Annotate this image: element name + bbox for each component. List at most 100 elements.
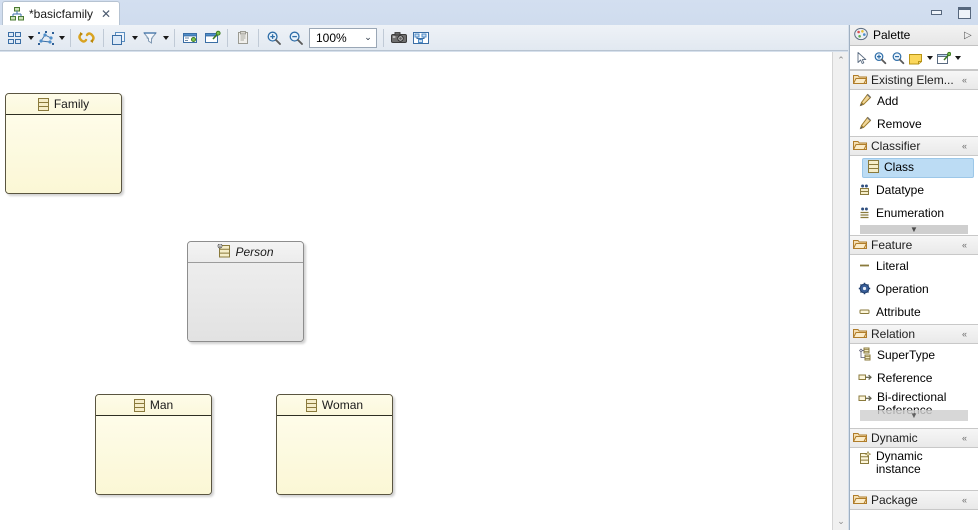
select-elements-button[interactable] [35, 27, 57, 49]
zoom-out-icon[interactable] [889, 48, 906, 68]
folder-icon [852, 493, 868, 508]
maximize-button[interactable] [956, 6, 972, 20]
note-icon[interactable] [907, 48, 924, 68]
palette-item-operation[interactable]: Operation [850, 278, 978, 301]
palette-group-label: Package [871, 493, 918, 507]
chevron-down-icon[interactable]: ⌄ [360, 32, 376, 43]
abstract-class-icon: A [217, 243, 231, 261]
collapse-icon[interactable]: « [962, 329, 978, 339]
class-node-header: A Person [188, 242, 303, 263]
palette-scroll-down-classifier[interactable]: ▼ [860, 225, 968, 234]
folder-icon [852, 139, 868, 154]
class-node-header: Family [6, 94, 121, 115]
scroll-up-icon[interactable]: ⌃ [833, 52, 849, 69]
palette-group-package[interactable]: Package « [850, 490, 978, 510]
collapse-icon[interactable]: « [962, 141, 978, 151]
folder-icon [852, 73, 868, 88]
class-node-woman[interactable]: Woman [276, 394, 393, 495]
collapse-icon[interactable]: « [962, 495, 978, 505]
palette-item-attribute[interactable]: Attribute [850, 301, 978, 324]
class-icon [868, 159, 879, 176]
class-node-body [188, 263, 303, 341]
diagram-icon [10, 6, 24, 21]
palette-item-class[interactable]: Class [862, 157, 974, 178]
layers-button[interactable] [108, 27, 130, 49]
palette-item-literal[interactable]: Literal [850, 255, 978, 278]
note-pin-dropdown-icon[interactable] [953, 48, 962, 68]
class-node-person[interactable]: A Person [187, 241, 304, 342]
note-pin-icon[interactable] [935, 48, 952, 68]
palette-item-datatype[interactable]: Datatype [850, 179, 978, 202]
canvas-vertical-scrollbar[interactable]: ⌃ ⌄ [832, 52, 848, 530]
palette-item-class-row: Class [850, 156, 978, 179]
scroll-down-icon[interactable]: ⌄ [833, 513, 849, 530]
collapse-icon[interactable]: « [962, 240, 978, 250]
palette-item-label: Enumeration [876, 205, 945, 220]
palette-group-classifier[interactable]: Classifier « [850, 136, 978, 156]
palette-group-relation[interactable]: Relation « [850, 324, 978, 344]
toolbar-separator [70, 28, 71, 47]
palette-group-existing-elements[interactable]: Existing Elem... « [850, 70, 978, 90]
attribute-box-icon [858, 305, 871, 321]
close-icon[interactable]: ✕ [101, 8, 111, 20]
filter-dropdown[interactable] [161, 27, 170, 49]
zoom-level-combo[interactable]: 100% ⌄ [309, 27, 377, 48]
palette-item-dynamic-instance[interactable]: Dynamic instance [850, 448, 978, 480]
class-node-family[interactable]: Family [5, 93, 122, 194]
pin-view-button[interactable] [201, 27, 223, 49]
zoom-in-button[interactable] [263, 27, 285, 49]
reference-arrow-icon [858, 371, 872, 387]
palette-group-feature[interactable]: Feature « [850, 235, 978, 255]
palette-item-remove[interactable]: Remove [850, 113, 978, 136]
class-node-body [277, 416, 392, 494]
palette-scroll-down-relation[interactable]: ▼ [860, 410, 968, 421]
palette-collapse-icon[interactable]: ▷ [964, 30, 978, 41]
palette-item-label: Add [877, 93, 899, 108]
class-node-header: Woman [277, 395, 392, 416]
clipboard-button[interactable] [232, 27, 254, 49]
editor-tab-basicfamily[interactable]: *basicfamily ✕ [2, 1, 121, 25]
supertype-icon [858, 347, 872, 364]
minimize-button[interactable] [928, 6, 944, 20]
show-view-button[interactable] [179, 27, 201, 49]
refresh-button[interactable] [75, 27, 99, 49]
cursor-icon[interactable] [853, 48, 870, 68]
editor-toolbar: 100% ⌄ [0, 25, 848, 51]
class-node-title: Man [149, 398, 174, 412]
palette-item-reference[interactable]: Reference [850, 367, 978, 390]
note-dropdown-icon[interactable] [925, 48, 934, 68]
zoom-in-icon[interactable] [871, 48, 888, 68]
palette-tools [850, 46, 978, 70]
palette-group-dynamic[interactable]: Dynamic « [850, 428, 978, 448]
palette-item-add[interactable]: Add [850, 90, 978, 113]
collapse-icon[interactable]: « [962, 75, 978, 85]
class-node-man[interactable]: Man [95, 394, 212, 495]
class-node-body [6, 115, 121, 193]
arrange-all-dropdown[interactable] [26, 27, 35, 49]
scrollbar-track[interactable] [833, 69, 849, 513]
select-elements-dropdown[interactable] [57, 27, 66, 49]
operation-gear-icon [858, 282, 871, 298]
arrange-all-button[interactable] [4, 27, 26, 49]
class-node-title: Person [235, 245, 274, 259]
layout-diagram-button[interactable] [410, 27, 432, 49]
filter-button[interactable] [139, 27, 161, 49]
class-node-title: Family [53, 97, 90, 111]
palette-item-label: Class [884, 159, 915, 174]
palette-group-label: Dynamic [871, 431, 918, 445]
enumeration-icon [858, 206, 871, 222]
collapse-icon[interactable]: « [962, 433, 978, 443]
zoom-out-button[interactable] [285, 27, 307, 49]
layers-dropdown[interactable] [130, 27, 139, 49]
diagram-canvas[interactable]: Family A Person Man Woman [0, 52, 832, 530]
class-icon [37, 97, 49, 111]
palette-item-enumeration[interactable]: Enumeration [850, 202, 978, 225]
palette-item-label: SuperType [877, 347, 936, 362]
toolbar-separator [227, 28, 228, 47]
toolbar-separator [383, 28, 384, 47]
folder-icon [852, 238, 868, 253]
palette-item-supertype[interactable]: SuperType [850, 344, 978, 367]
class-node-body [96, 416, 211, 494]
screenshot-button[interactable] [388, 27, 410, 49]
datatype-icon [858, 183, 871, 199]
